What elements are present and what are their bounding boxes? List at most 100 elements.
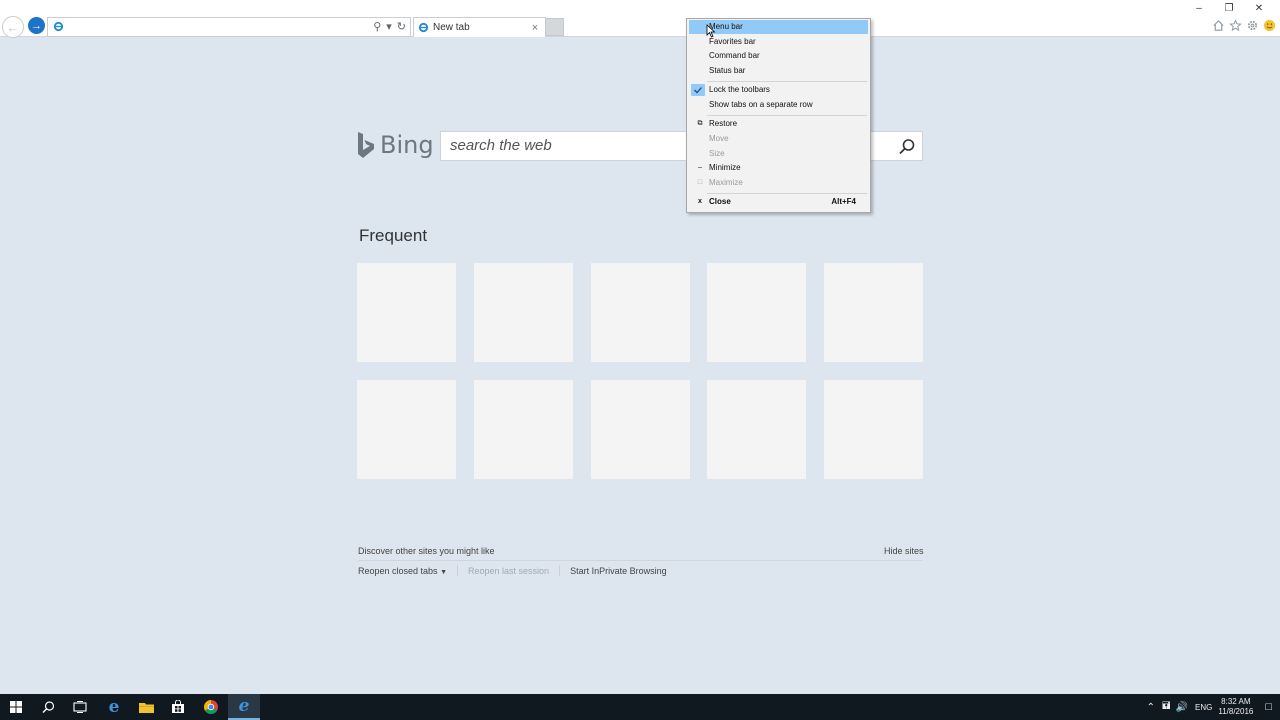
bing-b-icon bbox=[358, 132, 374, 158]
menu-item-maximize: □ Maximize bbox=[689, 176, 868, 190]
frequent-tile[interactable] bbox=[824, 380, 923, 479]
forward-button[interactable]: → bbox=[28, 17, 45, 34]
folder-icon bbox=[138, 703, 154, 713]
menu-item-label: Restore bbox=[709, 119, 738, 128]
frequent-tile[interactable] bbox=[474, 263, 573, 362]
discover-text: Discover other sites you might like bbox=[358, 546, 495, 556]
clock[interactable]: 8:32 AM 11/8/2016 bbox=[1218, 697, 1253, 717]
restore-button[interactable]: ❐ bbox=[1214, 2, 1244, 16]
chrome-icon bbox=[204, 700, 218, 714]
frequent-tile[interactable] bbox=[707, 380, 806, 479]
dropdown-icon[interactable]: ▾ bbox=[386, 20, 392, 33]
frequent-tile[interactable] bbox=[357, 380, 456, 479]
divider bbox=[457, 565, 459, 576]
toolbar-icons bbox=[1212, 19, 1276, 32]
menu-item-label: Show tabs on a separate row bbox=[709, 100, 813, 109]
notification-icon[interactable]: □ bbox=[1265, 701, 1272, 713]
check-icon bbox=[691, 84, 705, 96]
footer-links: Reopen closed tabs ▼ Reopen last session… bbox=[358, 565, 667, 576]
ie-icon bbox=[418, 22, 429, 33]
windows-logo-icon bbox=[10, 701, 22, 713]
reopen-closed-tabs-link[interactable]: Reopen closed tabs ▼ bbox=[358, 566, 447, 576]
menu-item-lock-the-toolbars[interactable]: Lock the toolbars bbox=[689, 83, 868, 97]
browser-titlebar: ← → ⚲ ▾ ↻ New tab × – ❐ ✕ bbox=[0, 0, 1280, 38]
search-icon bbox=[42, 700, 54, 713]
close-tab-icon[interactable]: × bbox=[529, 22, 541, 34]
frequent-tile[interactable] bbox=[591, 263, 690, 362]
arrow-right-icon: → bbox=[31, 19, 42, 32]
menu-separator bbox=[707, 115, 867, 116]
menu-item-command-bar[interactable]: Command bar bbox=[689, 49, 868, 63]
frequent-tile[interactable] bbox=[357, 263, 456, 362]
taskbar-internet-explorer[interactable]: e bbox=[228, 694, 260, 720]
taskbar-store[interactable] bbox=[162, 694, 194, 720]
ie-icon bbox=[53, 21, 64, 32]
menu-item-status-bar[interactable]: Status bar bbox=[689, 64, 868, 78]
reopen-closed-tabs-label: Reopen closed tabs bbox=[358, 565, 438, 576]
smiley-icon[interactable] bbox=[1263, 19, 1276, 32]
menu-item-label: Size bbox=[709, 149, 725, 158]
menu-item-label: Close bbox=[709, 197, 731, 206]
footer-divider bbox=[358, 560, 922, 561]
menu-item-label: Move bbox=[709, 134, 729, 143]
maximize-icon: □ bbox=[697, 179, 703, 186]
back-button[interactable]: ← bbox=[2, 16, 24, 38]
clock-date: 11/8/2016 bbox=[1218, 707, 1254, 716]
search-icon[interactable]: ⚲ bbox=[373, 20, 381, 33]
start-inprivate-link[interactable]: Start InPrivate Browsing bbox=[570, 566, 667, 576]
frequent-tile[interactable] bbox=[707, 263, 806, 362]
taskbar-chrome[interactable] bbox=[195, 694, 227, 720]
system-tray: ⌃ 🖬 🔊 ENG 8:32 AM 11/8/2016 □ bbox=[1147, 694, 1280, 720]
menu-item-move: Move bbox=[689, 132, 868, 146]
taskbar: e e ⌃ 🖬 🔊 ENG 8:32 AM 11/8/2016 □ bbox=[0, 694, 1280, 720]
bing-logo[interactable]: Bing bbox=[356, 131, 434, 159]
task-view-icon bbox=[73, 701, 87, 713]
close-icon: x bbox=[698, 198, 702, 205]
task-view-button[interactable] bbox=[64, 694, 96, 720]
menu-item-label: Minimize bbox=[709, 163, 741, 172]
star-icon[interactable] bbox=[1229, 19, 1242, 32]
menu-item-close[interactable]: x Close Alt+F4 bbox=[689, 195, 868, 209]
gear-icon[interactable] bbox=[1246, 19, 1259, 32]
address-bar[interactable]: ⚲ ▾ ↻ bbox=[47, 17, 411, 37]
bing-logo-text: Bing bbox=[380, 131, 434, 159]
frequent-heading: Frequent bbox=[359, 226, 428, 245]
menu-item-label: Favorites bar bbox=[709, 37, 756, 46]
mouse-cursor-icon bbox=[706, 24, 716, 38]
reopen-last-session-link: Reopen last session bbox=[468, 565, 550, 576]
home-icon[interactable] bbox=[1212, 19, 1225, 32]
frequent-tile[interactable] bbox=[591, 380, 690, 479]
taskbar-file-explorer[interactable] bbox=[130, 694, 162, 720]
search-button[interactable] bbox=[32, 694, 64, 720]
volume-icon[interactable]: 🔊 bbox=[1176, 702, 1188, 713]
refresh-icon[interactable]: ↻ bbox=[397, 20, 406, 33]
network-icon[interactable]: 🖬 bbox=[1162, 699, 1171, 716]
start-button[interactable] bbox=[0, 694, 32, 720]
menu-item-restore[interactable]: ⧉ Restore bbox=[689, 117, 868, 131]
language-indicator[interactable]: ENG bbox=[1195, 703, 1212, 712]
taskbar-edge[interactable]: e bbox=[98, 694, 130, 720]
new-tab-button[interactable] bbox=[545, 18, 564, 36]
divider bbox=[559, 565, 561, 576]
menu-item-shortcut: Alt+F4 bbox=[831, 197, 856, 206]
hide-sites-link[interactable]: Hide sites bbox=[884, 546, 924, 556]
chevron-up-icon[interactable]: ⌃ bbox=[1147, 702, 1155, 713]
minimize-button[interactable]: – bbox=[1184, 2, 1214, 16]
ie-icon: e bbox=[238, 696, 250, 716]
clock-time: 8:32 AM bbox=[1221, 697, 1251, 706]
tab-new-tab[interactable]: New tab × bbox=[413, 17, 546, 37]
menu-item-label: Lock the toolbars bbox=[709, 85, 770, 94]
close-button[interactable]: ✕ bbox=[1244, 2, 1274, 16]
search-icon[interactable] bbox=[898, 138, 916, 156]
menu-item-label: Maximize bbox=[709, 178, 743, 187]
frequent-tile[interactable] bbox=[824, 263, 923, 362]
menu-item-size: Size bbox=[689, 147, 868, 161]
menu-item-label: Status bar bbox=[709, 66, 746, 75]
window-controls: – ❐ ✕ bbox=[1184, 2, 1274, 16]
edge-icon: e bbox=[108, 697, 120, 717]
menu-item-minimize[interactable]: – Minimize bbox=[689, 161, 868, 175]
menu-separator bbox=[707, 193, 867, 194]
menu-item-show-tabs-on-a-separate-row[interactable]: Show tabs on a separate row bbox=[689, 98, 868, 112]
toolbar-context-menu: Menu bar Favorites bar Command bar Status b… bbox=[686, 18, 871, 213]
frequent-tile[interactable] bbox=[474, 380, 573, 479]
